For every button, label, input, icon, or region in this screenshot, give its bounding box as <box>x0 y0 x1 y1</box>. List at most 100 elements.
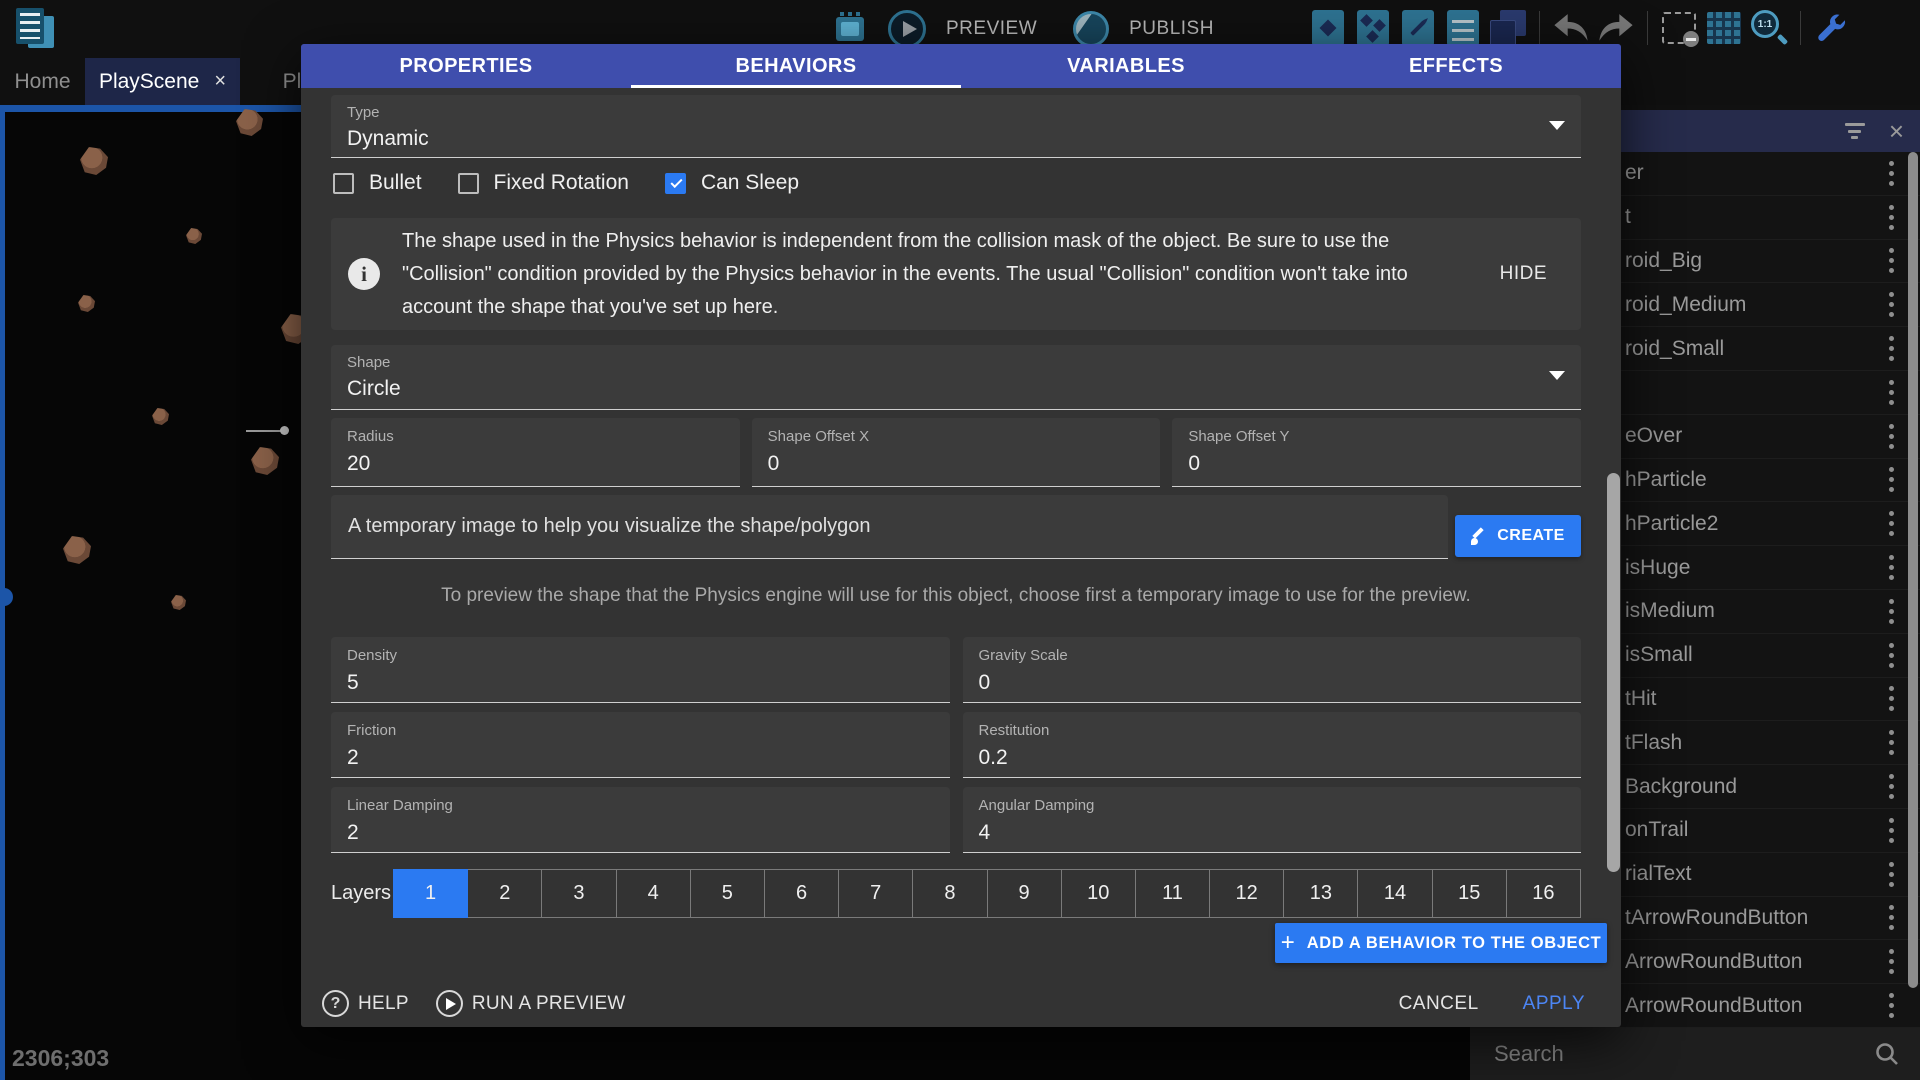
more-options-icon[interactable] <box>1889 509 1894 539</box>
tab-home[interactable]: Home <box>0 58 85 105</box>
more-options-icon[interactable] <box>1889 815 1894 845</box>
more-options-icon[interactable] <box>1889 290 1894 320</box>
object-label: er <box>1625 161 1644 185</box>
app-window: PREVIEW PUBLISH 1:1 HomePlayScene×PlayS … <box>0 0 1920 1080</box>
layer-button-13[interactable]: 13 <box>1283 869 1358 918</box>
field-gravity-scale[interactable]: Gravity Scale0 <box>963 637 1582 703</box>
asteroid-sprite <box>236 109 263 136</box>
more-options-icon[interactable] <box>1889 991 1894 1021</box>
more-options-icon[interactable] <box>1889 377 1894 407</box>
chevron-down-icon <box>1549 371 1565 380</box>
tab-playscene[interactable]: PlayScene× <box>85 58 240 105</box>
layer-button-3[interactable]: 3 <box>541 869 616 918</box>
close-panel-icon[interactable]: × <box>1889 118 1904 144</box>
field-label: Gravity Scale <box>979 647 1566 664</box>
more-options-icon[interactable] <box>1889 158 1894 188</box>
dialog-tab-properties[interactable]: PROPERTIES <box>301 44 631 88</box>
field-shape-offset-y[interactable]: Shape Offset Y0 <box>1172 418 1581 487</box>
plus-icon: + <box>1281 931 1295 955</box>
zoom-ratio-icon[interactable]: 1:1 <box>1749 6 1789 50</box>
preview-button[interactable]: PREVIEW <box>946 18 1037 40</box>
objects-panel-scrollbar[interactable] <box>1908 152 1918 988</box>
dialog-tab-bar: PROPERTIESBEHAVIORSVARIABLESEFFECTS <box>301 44 1621 88</box>
more-options-icon[interactable] <box>1889 640 1894 670</box>
layer-button-10[interactable]: 10 <box>1061 869 1136 918</box>
cancel-button[interactable]: CANCEL <box>1399 993 1479 1015</box>
more-options-icon[interactable] <box>1889 553 1894 583</box>
filter-icon[interactable] <box>1845 120 1865 143</box>
scene-edge-handle[interactable] <box>0 588 13 606</box>
checkbox-bullet[interactable]: Bullet <box>333 171 422 195</box>
layer-button-8[interactable]: 8 <box>912 869 987 918</box>
layer-button-9[interactable]: 9 <box>987 869 1062 918</box>
tab-close-icon[interactable]: × <box>214 70 226 93</box>
publish-button[interactable]: PUBLISH <box>1129 18 1214 40</box>
run-preview-button[interactable]: RUN A PREVIEW <box>436 990 626 1017</box>
apply-button[interactable]: APPLY <box>1523 993 1585 1015</box>
dialog-tab-variables[interactable]: VARIABLES <box>961 44 1291 88</box>
more-options-icon[interactable] <box>1889 465 1894 495</box>
dialog-tab-effects[interactable]: EFFECTS <box>1291 44 1621 88</box>
project-manager-icon[interactable] <box>14 6 56 50</box>
object-label: rialText <box>1625 862 1692 886</box>
wrench-icon[interactable] <box>1812 6 1852 50</box>
debug-icon[interactable] <box>836 17 864 41</box>
layer-button-12[interactable]: 12 <box>1209 869 1284 918</box>
dialog-scrollbar[interactable] <box>1607 473 1620 872</box>
layer-button-7[interactable]: 7 <box>838 869 913 918</box>
more-options-icon[interactable] <box>1889 596 1894 626</box>
preview-play-icon[interactable] <box>888 10 926 48</box>
more-options-icon[interactable] <box>1889 728 1894 758</box>
field-linear-damping[interactable]: Linear Damping2 <box>331 787 950 853</box>
checkbox-can-sleep[interactable]: Can Sleep <box>665 171 799 195</box>
type-dropdown[interactable]: Type Dynamic <box>331 95 1581 158</box>
layer-button-4[interactable]: 4 <box>616 869 691 918</box>
object-label: roid_Small <box>1625 337 1724 361</box>
more-options-icon[interactable] <box>1889 246 1894 276</box>
type-value: Dynamic <box>347 127 1565 151</box>
layer-button-2[interactable]: 2 <box>467 869 542 918</box>
more-options-icon[interactable] <box>1889 859 1894 889</box>
more-options-icon[interactable] <box>1889 903 1894 933</box>
layer-button-1[interactable]: 1 <box>393 869 468 918</box>
layer-button-15[interactable]: 15 <box>1432 869 1507 918</box>
checkbox-fixed-rotation[interactable]: Fixed Rotation <box>458 171 629 195</box>
mask-icon[interactable] <box>1659 6 1699 50</box>
object-label: isMedium <box>1625 599 1715 623</box>
layer-button-11[interactable]: 11 <box>1135 869 1210 918</box>
checkbox-box[interactable] <box>458 173 479 194</box>
more-options-icon[interactable] <box>1889 421 1894 451</box>
layer-button-16[interactable]: 16 <box>1506 869 1581 918</box>
field-density[interactable]: Density5 <box>331 637 950 703</box>
grid-icon[interactable] <box>1704 6 1744 50</box>
help-icon[interactable]: ? <box>322 990 349 1017</box>
field-angular-damping[interactable]: Angular Damping4 <box>963 787 1582 853</box>
search-input[interactable] <box>1494 1041 1874 1067</box>
field-label: Radius <box>347 428 724 445</box>
layer-button-5[interactable]: 5 <box>690 869 765 918</box>
measure-handle[interactable] <box>280 426 289 435</box>
add-behavior-button[interactable]: + ADD A BEHAVIOR TO THE OBJECT <box>1275 923 1607 963</box>
more-options-icon[interactable] <box>1889 334 1894 364</box>
more-options-icon[interactable] <box>1889 684 1894 714</box>
layer-button-14[interactable]: 14 <box>1357 869 1432 918</box>
field-shape-offset-x[interactable]: Shape Offset X0 <box>752 418 1161 487</box>
publish-globe-icon[interactable] <box>1073 11 1109 47</box>
create-button[interactable]: CREATE <box>1455 515 1581 557</box>
field-radius[interactable]: Radius20 <box>331 418 740 487</box>
checkbox-box[interactable] <box>333 173 354 194</box>
temp-image-input[interactable] <box>331 495 1448 558</box>
field-friction[interactable]: Friction2 <box>331 712 950 778</box>
more-options-icon[interactable] <box>1889 202 1894 232</box>
dialog-tab-behaviors[interactable]: BEHAVIORS <box>631 44 961 88</box>
shape-dropdown[interactable]: Shape Circle <box>331 345 1581 410</box>
hide-button[interactable]: HIDE <box>1500 263 1547 285</box>
more-options-icon[interactable] <box>1889 772 1894 802</box>
field-restitution[interactable]: Restitution0.2 <box>963 712 1582 778</box>
field-value: 2 <box>347 746 934 770</box>
checkbox-label: Fixed Rotation <box>494 171 629 195</box>
layer-button-6[interactable]: 6 <box>764 869 839 918</box>
checkbox-box[interactable] <box>665 173 686 194</box>
more-options-icon[interactable] <box>1889 947 1894 977</box>
help-button[interactable]: HELP <box>358 993 409 1015</box>
